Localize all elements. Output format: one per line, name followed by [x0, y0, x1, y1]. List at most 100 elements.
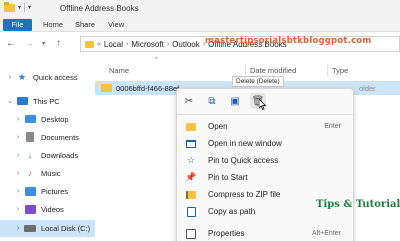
sidebar-item-label: Desktop	[41, 114, 69, 124]
sidebar-item-downloads[interactable]: › ↓ Downloads	[0, 147, 95, 163]
tab-home[interactable]: Home	[43, 19, 63, 31]
disk-icon	[24, 224, 36, 234]
sort-arrow-icon: ^	[155, 57, 158, 63]
chevron-right-icon[interactable]: ›	[12, 152, 24, 159]
sidebar-item-label: Music	[41, 168, 61, 178]
column-divider[interactable]	[327, 65, 328, 76]
sidebar-item-label: Downloads	[41, 150, 79, 160]
chevron-down-icon[interactable]: ▾	[28, 4, 31, 11]
chevron-right-icon[interactable]: ›	[126, 41, 128, 48]
copy-path-icon	[185, 206, 197, 218]
title-quick-icons: ▾ ▾	[4, 1, 31, 12]
sidebar-item-label: Pictures	[41, 186, 69, 196]
menu-item-label: Open	[208, 122, 228, 131]
context-menu: ✂ ⧉ ▣ 🗑 Open Enter Open in new window ☆ …	[176, 88, 355, 241]
menu-item-label: Pin to Start	[208, 173, 248, 182]
sidebar-item-label: Videos	[41, 204, 64, 214]
folder-icon	[101, 84, 112, 92]
menu-item-pin-quick-access[interactable]: ☆ Pin to Quick access	[177, 152, 355, 169]
chevron-right-icon[interactable]: ›	[12, 225, 24, 232]
tab-share[interactable]: Share	[75, 19, 95, 31]
zip-icon	[185, 189, 197, 201]
column-header-name[interactable]: Name	[109, 66, 129, 75]
pc-icon	[16, 96, 28, 106]
new-window-icon	[185, 138, 197, 150]
menu-item-properties[interactable]: Properties Alt+Enter	[177, 225, 355, 241]
menu-item-label: Copy as path	[208, 207, 256, 216]
sidebar-item-label: This PC	[33, 96, 60, 106]
tab-file[interactable]: File	[3, 19, 32, 31]
menu-item-open[interactable]: Open Enter	[177, 118, 355, 135]
file-type: older	[359, 83, 376, 93]
pin-icon: 📌	[185, 172, 197, 182]
shortcut-label: Enter	[324, 123, 341, 130]
chevron-down-icon[interactable]: ⌄	[4, 97, 16, 105]
recent-locations-icon[interactable]: ▾	[42, 40, 45, 47]
ribbon-tabs: File Home Share View	[0, 17, 400, 32]
column-header-type[interactable]: Type	[332, 66, 348, 75]
menu-item-label: Properties	[208, 229, 245, 238]
navigation-bar: ← → ▾ ↑ « Local › Microsoft › Outlook › …	[0, 32, 400, 56]
folder-icon	[85, 40, 94, 48]
shortcut-label: Alt+Enter	[312, 230, 341, 237]
tab-view[interactable]: View	[108, 19, 124, 31]
back-arrow-icon[interactable]: ←	[6, 38, 16, 49]
chevron-right-icon[interactable]: ›	[4, 74, 16, 81]
sidebar-item-desktop[interactable]: › Desktop	[0, 111, 95, 127]
chevron-down-icon[interactable]: ▾	[18, 4, 21, 11]
sidebar-item-this-pc[interactable]: ⌄ This PC	[0, 93, 95, 109]
breadcrumb-local[interactable]: Local	[104, 40, 123, 49]
divider	[177, 114, 355, 115]
sidebar-item-videos[interactable]: › Videos	[0, 201, 95, 217]
menu-item-pin-start[interactable]: 📌 Pin to Start	[177, 169, 355, 186]
sidebar-item-label: Quick access	[33, 72, 78, 82]
sidebar-item-music[interactable]: › ♪ Music	[0, 165, 95, 181]
downloads-icon: ↓	[27, 150, 33, 160]
divider	[24, 3, 26, 12]
videos-icon	[24, 204, 36, 214]
cut-icon[interactable]: ✂	[181, 93, 197, 109]
star-icon: ☆	[186, 155, 196, 165]
breadcrumb-microsoft[interactable]: Microsoft	[131, 40, 163, 49]
pictures-icon	[24, 186, 36, 196]
open-folder-icon	[185, 121, 197, 133]
menu-item-label: Open in new window	[208, 139, 282, 148]
tips-tutorial-watermark: Tips & Tutorial	[316, 199, 400, 210]
properties-icon	[185, 228, 197, 240]
sidebar-item-quick-access[interactable]: › ★ Quick access	[0, 69, 95, 85]
star-icon: ★	[17, 71, 27, 82]
forward-arrow-icon[interactable]: →	[24, 38, 34, 49]
sidebar-item-label: Local Disk (C:)	[41, 224, 91, 233]
delete-tooltip: Delete (Delete)	[232, 76, 284, 87]
chevron-right-icon[interactable]: ›	[12, 134, 24, 141]
window-title: Offline Address Books	[60, 4, 139, 13]
file-name: 0006bffd-f466-88ef-	[116, 83, 182, 93]
rename-icon[interactable]: ▣	[227, 93, 243, 109]
menu-item-label: Pin to Quick access	[208, 156, 279, 165]
desktop-icon	[24, 114, 36, 124]
chevron-right-icon[interactable]: ›	[12, 116, 24, 123]
column-header-date[interactable]: Date modified	[250, 66, 296, 75]
breadcrumb-outlook[interactable]: Outlook	[172, 40, 200, 49]
sidebar-item-documents[interactable]: › Documents	[0, 129, 95, 145]
menu-item-label: Compress to ZIP file	[208, 190, 281, 199]
chevron-right-icon[interactable]: ›	[167, 41, 169, 48]
up-arrow-icon[interactable]: ↑	[56, 38, 61, 49]
chevron-right-icon[interactable]: ›	[12, 170, 24, 177]
folder-icon	[4, 1, 15, 12]
sidebar-item-label: Documents	[41, 132, 79, 142]
sidebar-item-local-disk[interactable]: › Local Disk (C:)	[0, 220, 95, 237]
chevron-right-icon[interactable]: ›	[12, 206, 24, 213]
music-icon: ♪	[27, 168, 33, 178]
navigation-pane: › ★ Quick access ⌄ This PC › Desktop › D…	[0, 56, 95, 241]
watermark: mastertipsorialsbtkbloggpot.com	[205, 36, 372, 46]
documents-icon	[24, 132, 36, 142]
mouse-cursor-icon	[259, 99, 267, 110]
chevron-right-icon[interactable]: ›	[12, 188, 24, 195]
title-bar: ▾ ▾ Offline Address Books	[0, 0, 400, 17]
menu-item-open-new-window[interactable]: Open in new window	[177, 135, 355, 152]
copy-icon[interactable]: ⧉	[204, 93, 220, 109]
column-divider[interactable]	[245, 65, 246, 76]
sidebar-item-pictures[interactable]: › Pictures	[0, 183, 95, 199]
overflow-chevron[interactable]: «	[97, 41, 101, 48]
